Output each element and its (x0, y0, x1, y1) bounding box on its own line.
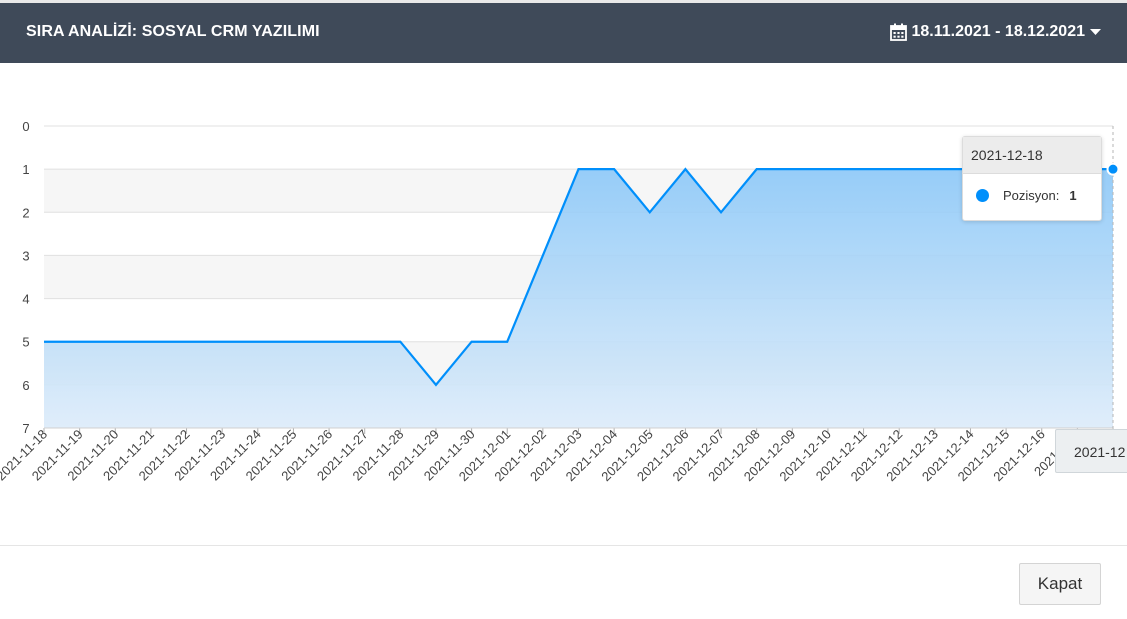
caret-down-icon (1090, 28, 1101, 36)
tooltip-date: 2021-12-18 (963, 137, 1101, 174)
modal-header: SIRA ANALİZİ: SOSYAL CRM YAZILIMI 18.11.… (0, 3, 1127, 63)
y-tick-label: 0 (22, 119, 29, 134)
y-tick-label: 3 (22, 248, 29, 263)
date-range-picker[interactable]: 18.11.2021 - 18.12.2021 (889, 21, 1101, 43)
y-tick-label: 1 (22, 162, 29, 177)
modal-body: 0 1 2 3 4 5 6 7 2021-11-18 2021-11-19 2021-11-20 20… (0, 63, 1127, 545)
y-tick-label: 5 (22, 335, 29, 350)
calendar-icon (889, 23, 907, 41)
rank-chart[interactable]: 012345672021-11-182021-11-192021-11-2020… (0, 63, 1127, 545)
tooltip-series-label: Pozisyon: (1003, 188, 1060, 203)
xaxis-tooltip: 2021-12 (1055, 429, 1127, 473)
active-data-point (1106, 162, 1120, 176)
rank-analysis-modal: SIRA ANALİZİ: SOSYAL CRM YAZILIMI 18.11.… (0, 3, 1127, 618)
modal-footer: Kapat (0, 545, 1127, 619)
y-tick-label: 7 (22, 421, 29, 436)
y-tick-label: 6 (22, 378, 29, 393)
y-tick-label: 2 (22, 205, 29, 220)
modal-title: SIRA ANALİZİ: SOSYAL CRM YAZILIMI (26, 23, 320, 40)
close-button[interactable]: Kapat (1019, 563, 1101, 605)
y-tick-label: 4 (22, 292, 29, 307)
date-range-label: 18.11.2021 - 18.12.2021 (911, 23, 1086, 40)
series-marker-icon (976, 189, 989, 202)
tooltip-value: 1 (1069, 188, 1077, 203)
chart-tooltip: 2021-12-18 Pozisyon: 1 (962, 136, 1102, 221)
